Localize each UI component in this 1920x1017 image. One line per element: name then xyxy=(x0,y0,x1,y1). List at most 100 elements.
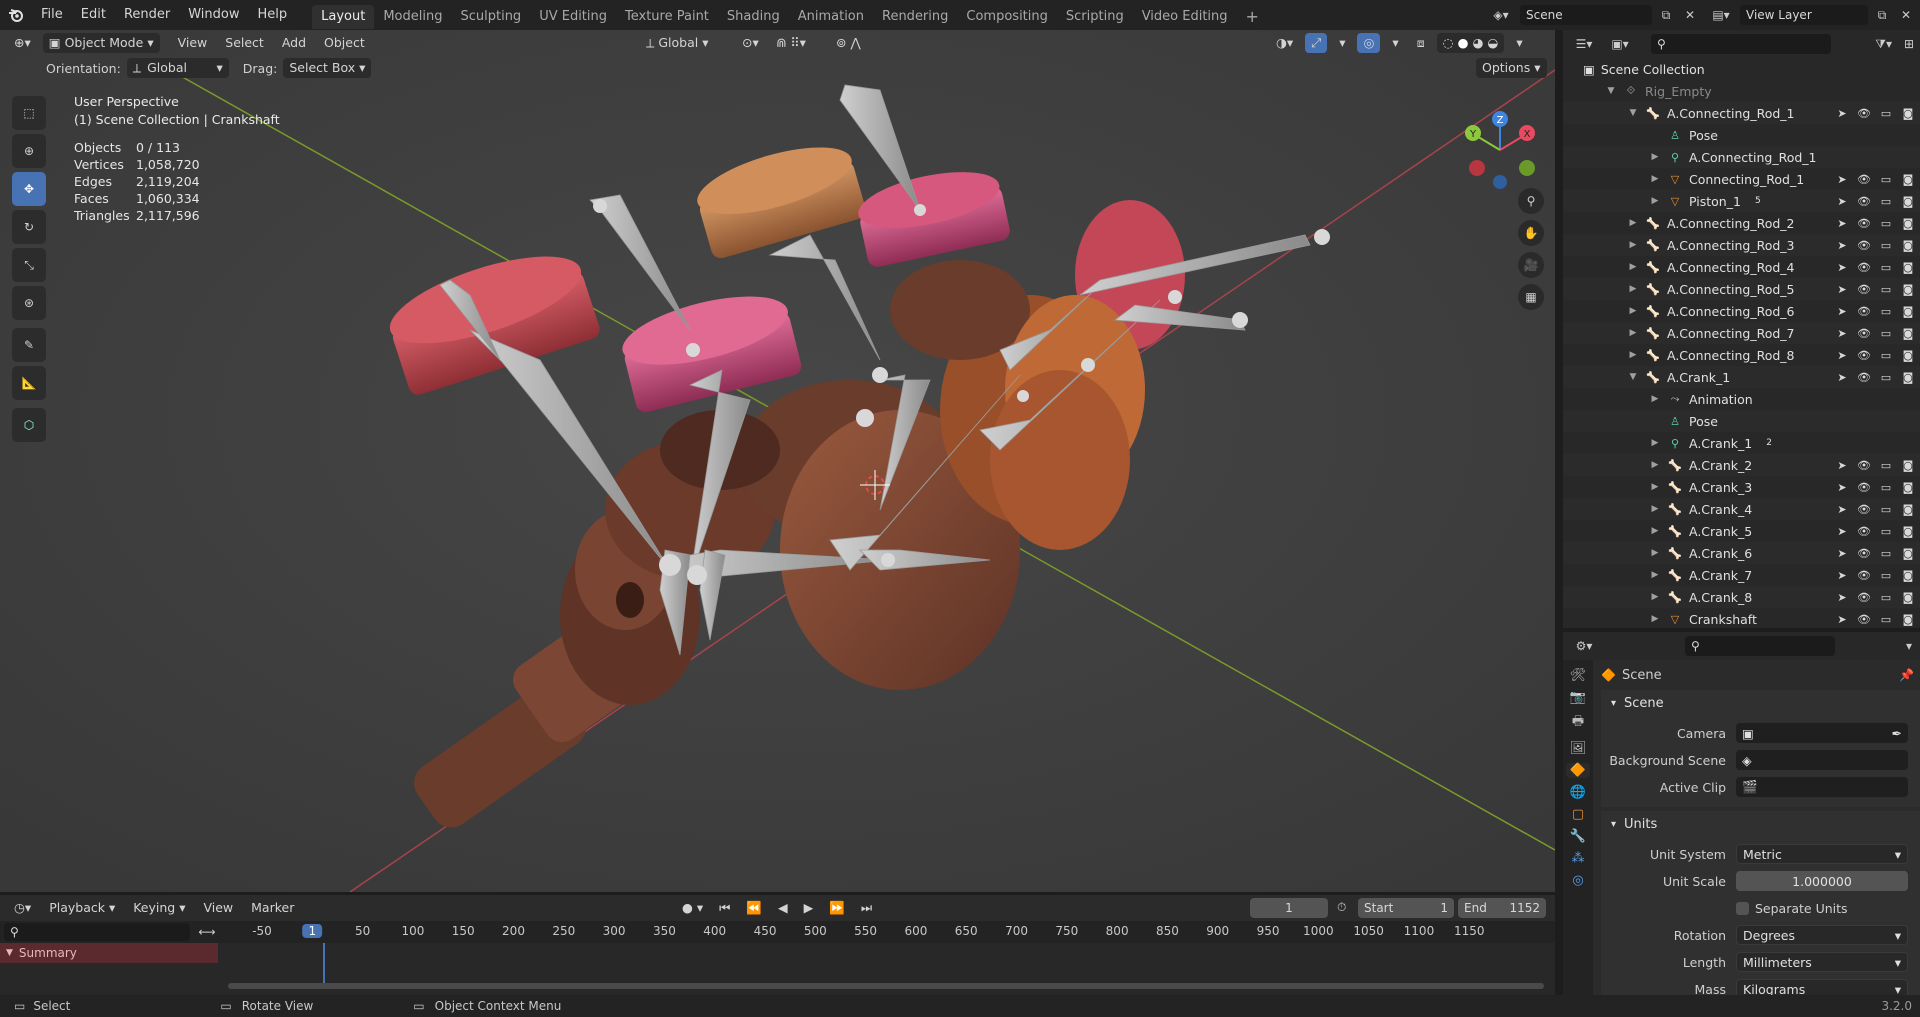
camera-render-icon[interactable]: ◙ xyxy=(1900,305,1916,318)
eye-icon[interactable]: 👁 xyxy=(1856,503,1872,516)
expand-right-icon[interactable]: ▶ xyxy=(1627,328,1639,338)
eye-icon[interactable]: 👁 xyxy=(1856,283,1872,296)
render-tab-icon[interactable]: 📷 xyxy=(1570,690,1586,705)
view-layer-tab-icon[interactable]: 🖼 xyxy=(1570,741,1587,756)
pin-icon[interactable]: 📌 xyxy=(1899,668,1914,682)
outliner-item[interactable]: ▼ 🦴 A.Connecting_Rod_1 ➤ 👁 ▭ ◙ xyxy=(1563,102,1920,124)
monitor-icon[interactable]: ▭ xyxy=(1878,503,1894,516)
camera-render-icon[interactable]: ◙ xyxy=(1900,107,1916,120)
select-arrow-icon[interactable]: ➤ xyxy=(1834,349,1850,362)
wireframe-shading-icon[interactable]: ◌ xyxy=(1443,33,1454,53)
monitor-icon[interactable]: ▭ xyxy=(1878,371,1894,384)
background-scene-field[interactable]: ◈ xyxy=(1736,750,1908,770)
camera-view-icon[interactable]: 🎥 xyxy=(1518,252,1544,278)
eyedropper-icon[interactable]: ✒ xyxy=(1892,726,1902,741)
select-arrow-icon[interactable]: ➤ xyxy=(1834,261,1850,274)
monitor-icon[interactable]: ▭ xyxy=(1878,525,1894,538)
drag-dropdown[interactable]: Select Box ▾ xyxy=(283,58,372,78)
camera-render-icon[interactable]: ◙ xyxy=(1900,195,1916,208)
mode-selector[interactable]: ▣ Object Mode ▾ xyxy=(42,33,160,53)
physics-tab-icon[interactable]: ◎ xyxy=(1572,873,1583,888)
units-panel-header[interactable]: ▾ Units xyxy=(1601,811,1920,837)
scale-tool-icon[interactable]: ⤡ xyxy=(12,248,46,282)
monitor-icon[interactable]: ▭ xyxy=(1878,283,1894,296)
visibility-icon[interactable]: ◑▾ xyxy=(1270,33,1299,53)
chevron-down-icon[interactable]: ▾ xyxy=(1906,639,1912,653)
expand-down-icon[interactable]: ▼ xyxy=(1605,86,1617,96)
viewport-menu-view[interactable]: View xyxy=(172,33,214,53)
length-dropdown[interactable]: Millimeters ▾ xyxy=(1736,952,1908,972)
eye-icon[interactable]: 👁 xyxy=(1856,547,1872,560)
expand-right-icon[interactable]: ▶ xyxy=(1627,240,1639,250)
monitor-icon[interactable]: ▭ xyxy=(1878,327,1894,340)
outliner-item[interactable]: ▶ ▽ Piston_1 5 ➤ 👁 ▭ ◙ xyxy=(1563,190,1920,212)
outliner-item[interactable]: ▶ 🦴 A.Crank_3 ➤ 👁 ▭ ◙ xyxy=(1563,476,1920,498)
scene-panel-header[interactable]: ▾ Scene xyxy=(1601,690,1920,716)
eye-icon[interactable]: 👁 xyxy=(1856,107,1872,120)
overlay-toggle-icon[interactable]: ◎ xyxy=(1357,33,1381,53)
outliner-item[interactable]: ▶ ⚲ A.Crank_1 2 xyxy=(1563,432,1920,454)
outliner-editor-icon[interactable]: ☰▾ xyxy=(1569,37,1599,51)
outliner-item[interactable]: ▶ 🦴 A.Connecting_Rod_4 ➤ 👁 ▭ ◙ xyxy=(1563,256,1920,278)
tab-video-editing[interactable]: Video Editing xyxy=(1133,5,1237,29)
eye-icon[interactable]: 👁 xyxy=(1856,173,1872,186)
gizmo-neg-y[interactable] xyxy=(1519,160,1535,176)
select-arrow-icon[interactable]: ➤ xyxy=(1834,107,1850,120)
monitor-icon[interactable]: ▭ xyxy=(1878,239,1894,252)
camera-render-icon[interactable]: ◙ xyxy=(1900,283,1916,296)
tab-uv-editing[interactable]: UV Editing xyxy=(530,5,616,29)
prev-keyframe-icon[interactable]: ⏪ xyxy=(740,898,768,918)
new-scene-icon[interactable]: ⧉ xyxy=(1656,8,1676,23)
view-layer-field[interactable]: View Layer xyxy=(1740,5,1868,25)
expand-down-icon[interactable]: ▼ xyxy=(1627,108,1639,118)
outliner-item[interactable]: ▶ 🦴 A.Crank_5 ➤ 👁 ▭ ◙ xyxy=(1563,520,1920,542)
select-arrow-icon[interactable]: ➤ xyxy=(1834,327,1850,340)
expand-right-icon[interactable]: ▶ xyxy=(1627,306,1639,316)
gizmo-neg-z[interactable] xyxy=(1493,175,1507,189)
monitor-icon[interactable]: ▭ xyxy=(1878,107,1894,120)
tab-animation[interactable]: Animation xyxy=(789,5,873,29)
outliner-item[interactable]: ▶ 🦴 A.Connecting_Rod_5 ➤ 👁 ▭ ◙ xyxy=(1563,278,1920,300)
outliner-search-input[interactable]: ⚲ xyxy=(1651,34,1831,54)
rotation-dropdown[interactable]: Degrees ▾ xyxy=(1736,925,1908,945)
solid-shading-icon[interactable]: ● xyxy=(1458,33,1469,53)
expand-right-icon[interactable]: ▶ xyxy=(1649,526,1661,536)
monitor-icon[interactable]: ▭ xyxy=(1878,349,1894,362)
outliner-item[interactable]: ♙ Pose xyxy=(1563,124,1920,146)
menu-help[interactable]: Help xyxy=(249,0,297,30)
camera-render-icon[interactable]: ◙ xyxy=(1900,173,1916,186)
eye-icon[interactable]: 👁 xyxy=(1856,371,1872,384)
cursor-tool-icon[interactable]: ⊕ xyxy=(12,134,46,168)
monitor-icon[interactable]: ▭ xyxy=(1878,261,1894,274)
outliner-item[interactable]: ▶ 🦴 A.Connecting_Rod_6 ➤ 👁 ▭ ◙ xyxy=(1563,300,1920,322)
transform-tool-icon[interactable]: ⊛ xyxy=(12,286,46,320)
camera-render-icon[interactable]: ◙ xyxy=(1900,591,1916,604)
camera-render-icon[interactable]: ◙ xyxy=(1900,217,1916,230)
outliner-item[interactable]: ▶ 🦴 A.Connecting_Rod_8 ➤ 👁 ▭ ◙ xyxy=(1563,344,1920,366)
snap-icon[interactable]: ⋒ ⠿▾ xyxy=(770,33,812,53)
world-tab-icon[interactable]: 🌐 xyxy=(1570,785,1586,800)
expand-right-icon[interactable]: ▶ xyxy=(1627,262,1639,272)
monitor-icon[interactable]: ▭ xyxy=(1878,481,1894,494)
expand-right-icon[interactable]: ▶ xyxy=(1649,196,1661,206)
outliner-item[interactable]: ▶ ▽ Connecting_Rod_1 ➤ 👁 ▭ ◙ xyxy=(1563,168,1920,190)
select-arrow-icon[interactable]: ➤ xyxy=(1834,503,1850,516)
eye-icon[interactable]: 👁 xyxy=(1856,327,1872,340)
orientation-dropdown[interactable]: ⟂ Global ▾ xyxy=(126,58,229,78)
chevron-down-icon[interactable]: ▾ xyxy=(1333,33,1351,53)
monitor-icon[interactable]: ▭ xyxy=(1878,173,1894,186)
camera-render-icon[interactable]: ◙ xyxy=(1900,503,1916,516)
select-arrow-icon[interactable]: ➤ xyxy=(1834,195,1850,208)
eye-icon[interactable]: 👁 xyxy=(1856,305,1872,318)
expand-right-icon[interactable]: ▶ xyxy=(1649,570,1661,580)
play-icon[interactable]: ▶ xyxy=(798,898,820,918)
gizmo-z-label[interactable]: Z xyxy=(1497,115,1504,126)
monitor-icon[interactable]: ▭ xyxy=(1878,217,1894,230)
unit-system-dropdown[interactable]: Metric ▾ xyxy=(1736,844,1908,864)
next-keyframe-icon[interactable]: ⏩ xyxy=(823,898,851,918)
select-arrow-icon[interactable]: ➤ xyxy=(1834,481,1850,494)
expand-right-icon[interactable]: ▶ xyxy=(1649,614,1661,624)
chevron-down-icon[interactable]: ▾ xyxy=(1386,33,1404,53)
select-arrow-icon[interactable]: ➤ xyxy=(1834,569,1850,582)
filter-icon[interactable]: ⧩▾ xyxy=(1875,37,1892,52)
